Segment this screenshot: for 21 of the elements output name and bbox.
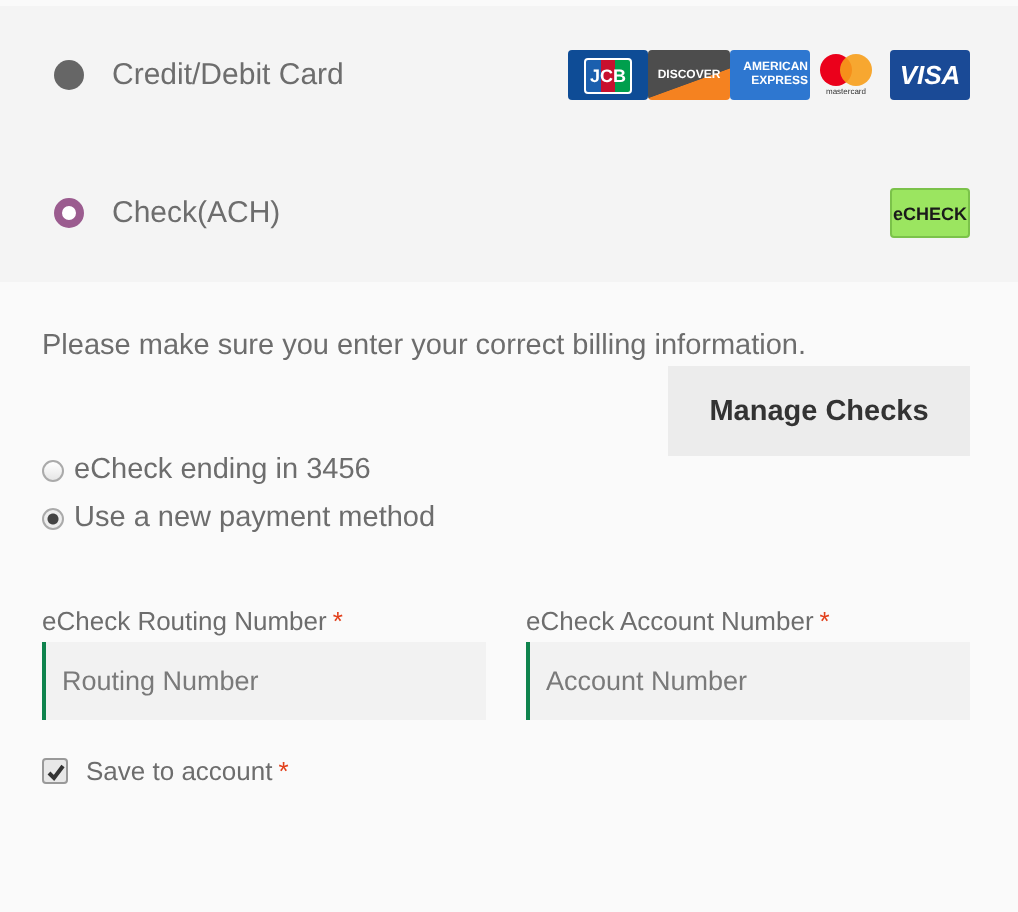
manage-checks-button[interactable]: Manage Checks xyxy=(668,366,970,456)
checkbox[interactable] xyxy=(42,758,68,784)
payment-method-label[interactable]: Check(ACH) xyxy=(112,196,281,230)
required-mark: * xyxy=(819,606,830,636)
field-label: eCheck Routing Number xyxy=(42,606,327,636)
required-mark: * xyxy=(278,756,289,786)
option-label[interactable]: Use a new payment method xyxy=(74,502,436,534)
radio-button[interactable] xyxy=(54,198,84,228)
notice-text: Please make sure you enter your correct billing information. xyxy=(42,330,809,362)
payment-method-label[interactable]: Credit/Debit Card xyxy=(112,58,344,92)
required-mark: * xyxy=(332,606,343,636)
card-logo: VISA xyxy=(890,50,970,100)
option-label[interactable]: eCheck ending in 3456 xyxy=(74,454,371,486)
radio-button[interactable] xyxy=(42,459,64,481)
radio-button[interactable] xyxy=(42,507,64,529)
checkbox-label[interactable]: Save to account xyxy=(86,756,273,786)
radio-button[interactable] xyxy=(54,60,84,90)
input-field[interactable]: Routing Number xyxy=(42,642,486,720)
echeck-logo: eCHECK xyxy=(890,188,970,238)
field-label: eCheck Account Number xyxy=(526,606,814,636)
input-field[interactable]: Account Number xyxy=(526,642,970,720)
